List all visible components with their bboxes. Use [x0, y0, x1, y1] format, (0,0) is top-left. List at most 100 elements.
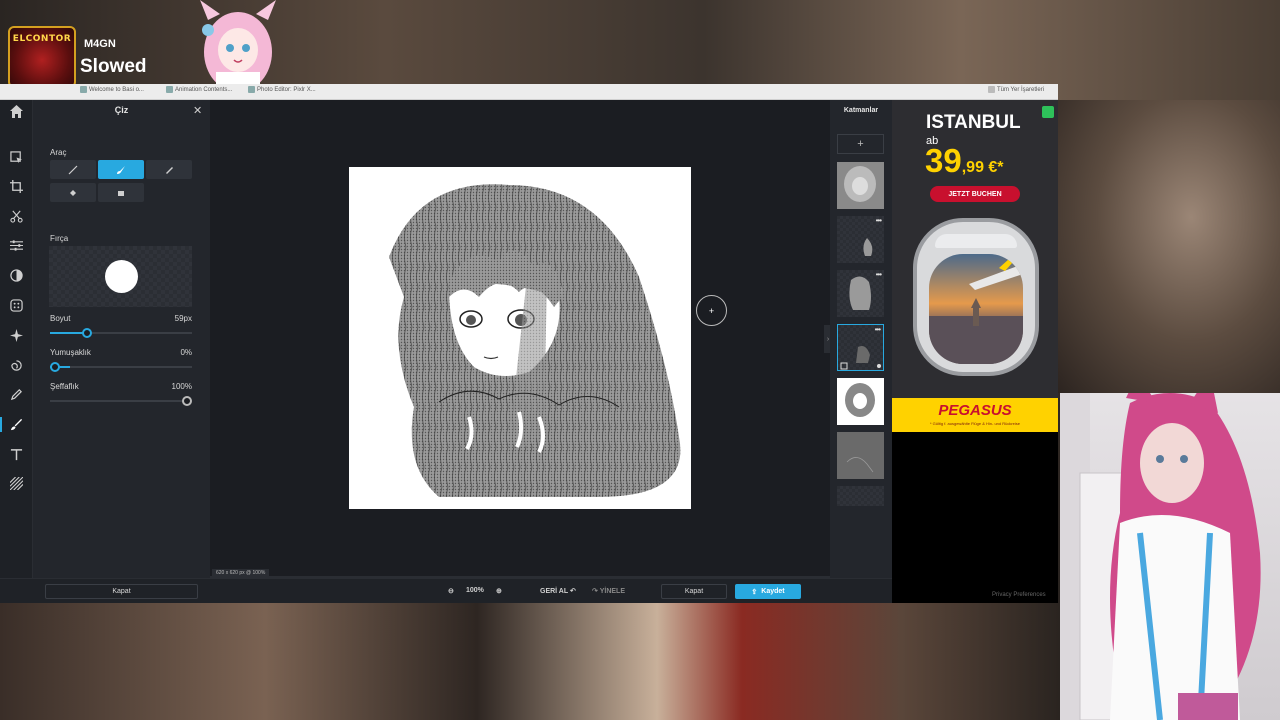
ad-price-cents: ,99 €* [961, 159, 1004, 176]
screen: ELCONTOR M4GN Slowed Welcome to Basi o..… [0, 0, 1280, 720]
layer-thumbnail[interactable] [837, 162, 884, 209]
marker-icon [166, 166, 173, 174]
softness-value: 0% [180, 348, 192, 357]
brush-section-label: Fırça [50, 234, 69, 243]
crop-icon[interactable] [7, 177, 26, 196]
filter-icon[interactable] [7, 266, 26, 285]
brush-tool-button[interactable] [98, 160, 144, 179]
ad-blank-area: Privacy Preferences [892, 432, 1058, 603]
ad-city: ISTANBUL [926, 112, 1021, 133]
layer-thumbnail[interactable] [837, 486, 884, 506]
save-icon: ⇪ [751, 588, 758, 596]
ad-price-main: 39 [925, 142, 962, 179]
layer-preview [846, 457, 874, 473]
save-button[interactable]: ⇪ Kaydet [735, 584, 801, 599]
layer-thumbnail[interactable] [837, 432, 884, 479]
layer-preview [845, 383, 875, 417]
eraser-tool-button[interactable] [98, 183, 144, 202]
save-label: Kaydet [761, 588, 785, 595]
bucket-icon [70, 189, 76, 196]
opacity-slider-knob[interactable] [182, 396, 192, 406]
softness-slider[interactable] [50, 362, 192, 372]
layer-thumbnail[interactable]: ••• [837, 270, 884, 317]
canvas-workspace[interactable]: + 620 x 620 px @ 100% [210, 100, 830, 579]
zoom-in-icon[interactable]: ⊕ [496, 587, 502, 595]
window-shade [935, 234, 1017, 248]
layer-preview [844, 166, 876, 202]
opacity-value: 100% [171, 382, 192, 391]
add-layer-button[interactable]: + [837, 134, 884, 154]
text-icon[interactable] [7, 445, 26, 464]
bottom-toolbar: Kapat ⊖ 100% ⊕ GERİ AL ↶ ↷ YİNELE Kapat … [0, 578, 892, 603]
bookmark-3[interactable]: Photo Editor: Pixlr X... [248, 86, 316, 93]
artwork-canvas[interactable] [349, 167, 691, 509]
fill-tool-button[interactable] [50, 183, 96, 202]
vtuber-avatar [200, 0, 276, 92]
city-view-image [929, 259, 1023, 364]
undo-icon: ↶ [569, 588, 576, 595]
bookmark-label: Animation Contents... [175, 87, 233, 94]
size-slider-knob[interactable] [82, 328, 92, 338]
draw-icon[interactable] [7, 385, 26, 404]
draw-panel: Çiz ✕ Araç Fırça Boyut 59px Yumuşaklık 0… [10, 100, 210, 603]
size-slider[interactable] [50, 328, 192, 338]
layer-thumbnail[interactable] [837, 378, 884, 425]
layer-thumbnail[interactable]: ••• [837, 216, 884, 263]
adjust-icon[interactable] [7, 236, 26, 255]
close-icon[interactable]: ✕ [193, 104, 202, 117]
layers-panel: Katmanlar + ••• ••• ••• [830, 100, 892, 578]
opacity-slider[interactable] [50, 396, 192, 406]
home-icon[interactable] [9, 104, 24, 119]
layer-thumbnail-selected[interactable]: ••• [837, 324, 884, 371]
layers-title: Katmanlar [843, 107, 879, 114]
brush-shape [105, 260, 138, 293]
bookmark-icon [248, 86, 255, 93]
all-bookmarks[interactable]: Tüm Yer İşaretleri [988, 86, 1044, 93]
browser-bookmarks-bar: Welcome to Basi o... Animation Contents.… [0, 84, 1058, 100]
pattern-icon[interactable] [7, 474, 26, 493]
ad-banner[interactable]: ISTANBUL ab 39,99 €* JETZT BUCHEN PEGASU… [892, 100, 1058, 432]
brush-icon[interactable] [0, 415, 26, 434]
effect-icon[interactable] [7, 296, 26, 315]
privacy-preferences-link[interactable]: Privacy Preferences [992, 592, 1046, 598]
pencil-tool-button[interactable] [50, 160, 96, 179]
layer-more-icon[interactable]: ••• [876, 270, 882, 279]
undo-label: GERİ AL [540, 588, 569, 595]
tool-rail [0, 100, 33, 603]
cutout-icon[interactable] [7, 207, 26, 226]
liquify-icon[interactable] [7, 356, 26, 375]
undo-button[interactable]: GERİ AL ↶ [540, 587, 576, 595]
manga-drawing [389, 184, 681, 497]
arrange-icon[interactable] [7, 148, 26, 167]
ad-choices-icon[interactable] [1042, 106, 1054, 118]
ad-footer: PEGASUS * Gültig f. ausgewählte Flüge & … [892, 398, 1058, 432]
eraser-icon [118, 190, 124, 196]
redo-label: YİNELE [599, 588, 625, 595]
retouch-icon[interactable] [7, 326, 26, 345]
layer-more-icon[interactable]: ••• [875, 325, 881, 334]
brush-cursor: + [696, 295, 727, 326]
webcam-feed [1060, 393, 1280, 720]
ad-brand-logo: PEGASUS [938, 402, 1012, 419]
channel-logo-text: ELCONTOR [12, 34, 72, 44]
marker-tool-button[interactable] [146, 160, 192, 179]
softness-slider-knob[interactable] [50, 362, 60, 372]
tool-section-label: Araç [50, 148, 67, 157]
all-bookmarks-label: Tüm Yer İşaretleri [997, 87, 1045, 94]
now-playing-title: Slowed [80, 56, 147, 77]
bookmark-2[interactable]: Animation Contents... [166, 86, 232, 93]
ad-fine-print: * Gültig f. ausgewählte Flüge & Hin- und… [929, 421, 1021, 426]
cosplayer-image [1060, 393, 1261, 720]
bottom-close-button[interactable]: Kapat [661, 584, 727, 599]
ad-cta-button[interactable]: JETZT BUCHEN [930, 186, 1020, 202]
window-view [929, 254, 1023, 364]
redo-icon: ↷ [592, 588, 598, 595]
layer-more-icon[interactable]: ••• [876, 216, 882, 225]
folder-icon [988, 86, 995, 93]
zoom-out-icon[interactable]: ⊖ [448, 587, 454, 595]
redo-button[interactable]: ↷ YİNELE [592, 587, 625, 595]
close-button[interactable]: Kapat [45, 584, 198, 599]
brush-icon [117, 165, 125, 174]
bookmark-1[interactable]: Welcome to Basi o... [80, 86, 144, 93]
channel-logo: ELCONTOR [8, 26, 76, 88]
